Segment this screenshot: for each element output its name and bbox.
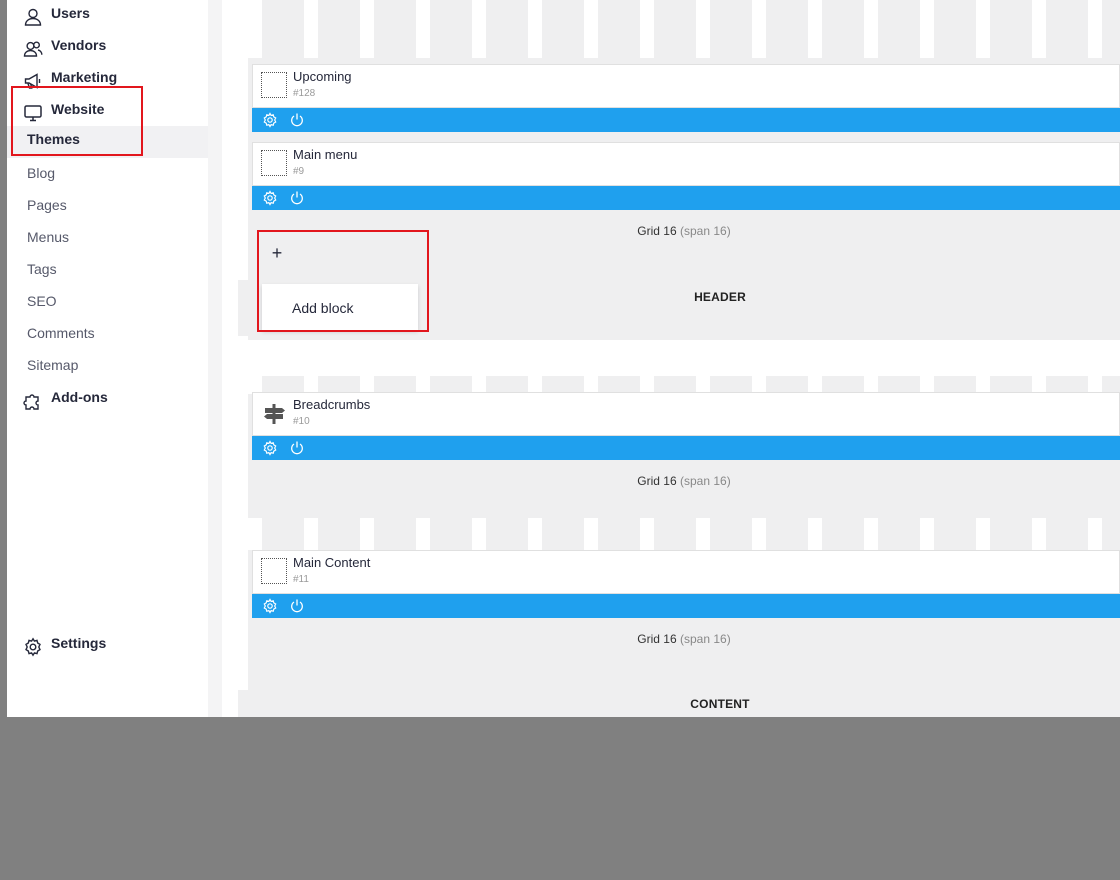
gear-icon <box>23 637 43 657</box>
sidebar-subitem-blog[interactable]: Blog <box>7 160 208 192</box>
sidebar-item-label: Users <box>51 5 90 21</box>
placeholder-block-icon <box>261 150 287 176</box>
layout-editor: Upcoming #128 Main menu #9 Grid 16 (span… <box>222 0 1120 717</box>
grid-span: (span 16) <box>680 224 731 238</box>
grid-columns <box>248 0 1120 58</box>
sidebar-item-label: Vendors <box>51 37 107 53</box>
block-name: Main Content <box>293 555 371 570</box>
sidebar-item-label: Add-ons <box>51 389 108 405</box>
gear-icon[interactable] <box>262 190 278 206</box>
power-icon[interactable] <box>289 190 305 206</box>
gear-icon[interactable] <box>262 598 278 614</box>
gear-icon[interactable] <box>262 112 278 128</box>
sidebar-subitem-seo[interactable]: SEO <box>7 288 208 320</box>
block-main-content[interactable]: Main Content #11 <box>252 550 1120 620</box>
app-window: Users Vendors Marketing Website Themes B… <box>0 0 1120 717</box>
add-block-plus-icon[interactable]: + <box>262 238 292 268</box>
sidebar-subitem-label: Blog <box>27 165 56 181</box>
block-main-menu[interactable]: Main menu #9 <box>252 142 1120 212</box>
sidebar-item-addons[interactable]: Add-ons <box>7 384 208 416</box>
placeholder-block-icon <box>261 558 287 584</box>
placeholder-block-icon <box>261 72 287 98</box>
sidebar-item-settings[interactable]: Settings <box>7 630 208 662</box>
sidebar-subitem-tags[interactable]: Tags <box>7 256 208 288</box>
block-id: #11 <box>293 574 309 585</box>
grid-name: Grid 16 <box>637 474 677 488</box>
grid-label: Grid 16 (span 16) <box>248 632 1120 646</box>
block-header <box>252 392 1120 436</box>
grid-label: Grid 16 (span 16) <box>248 224 1120 238</box>
sidebar-subitem-label: Sitemap <box>27 357 79 373</box>
sidebar-item-users[interactable]: Users <box>7 0 208 32</box>
power-icon[interactable] <box>289 440 305 456</box>
grid-name: Grid 16 <box>637 632 677 646</box>
monitor-icon <box>23 103 43 123</box>
users-icon <box>23 39 43 59</box>
grid-label: Grid 16 (span 16) <box>248 474 1120 488</box>
section-label-header: HEADER <box>694 290 746 304</box>
block-header <box>252 64 1120 108</box>
block-name: Upcoming <box>293 69 352 84</box>
sidebar-divider <box>208 0 222 717</box>
block-id: #9 <box>293 166 305 177</box>
sidebar-item-marketing[interactable]: Marketing <box>7 64 208 96</box>
grid-columns <box>248 518 1120 550</box>
sidebar-subitem-label: Themes <box>27 131 80 147</box>
sidebar-subitem-label: Pages <box>27 197 67 213</box>
grid-span: (span 16) <box>680 632 731 646</box>
sidebar-item-vendors[interactable]: Vendors <box>7 32 208 64</box>
section-label-content: CONTENT <box>690 697 750 711</box>
sidebar-subitem-label: Comments <box>27 325 95 341</box>
puzzle-icon <box>23 391 43 411</box>
block-header <box>252 142 1120 186</box>
sidebar-subitem-themes[interactable]: Themes <box>7 126 208 158</box>
window-edge <box>0 0 7 717</box>
power-icon[interactable] <box>289 598 305 614</box>
sidebar-subitem-comments[interactable]: Comments <box>7 320 208 352</box>
block-breadcrumbs[interactable]: Breadcrumbs #10 <box>252 392 1120 462</box>
sidebar: Users Vendors Marketing Website Themes B… <box>7 0 208 717</box>
sidebar-item-label: Website <box>51 101 105 117</box>
sidebar-subitem-sitemap[interactable]: Sitemap <box>7 352 208 384</box>
block-toolbar <box>252 186 1120 210</box>
user-icon <box>23 7 43 27</box>
sidebar-item-label: Settings <box>51 635 107 651</box>
block-name: Breadcrumbs <box>293 397 371 412</box>
block-toolbar <box>252 594 1120 618</box>
sidebar-subitem-pages[interactable]: Pages <box>7 192 208 224</box>
sidebar-subitem-label: Tags <box>27 261 57 277</box>
grid-name: Grid 16 <box>637 224 677 238</box>
block-name: Main menu <box>293 147 358 162</box>
sidebar-item-website[interactable]: Website <box>7 96 208 128</box>
block-id: #10 <box>293 416 310 427</box>
block-header <box>252 550 1120 594</box>
signpost-icon <box>261 400 287 426</box>
sidebar-item-label: Marketing <box>51 69 118 85</box>
block-toolbar <box>252 108 1120 132</box>
sidebar-subitem-menus[interactable]: Menus <box>7 224 208 256</box>
block-toolbar <box>252 436 1120 460</box>
block-upcoming[interactable]: Upcoming #128 <box>252 64 1120 134</box>
megaphone-icon <box>23 71 43 91</box>
sidebar-subitem-label: Menus <box>27 229 70 245</box>
block-id: #128 <box>293 88 316 99</box>
sidebar-subitem-label: SEO <box>27 293 57 309</box>
power-icon[interactable] <box>289 112 305 128</box>
grid-span: (span 16) <box>680 474 731 488</box>
gear-icon[interactable] <box>262 440 278 456</box>
